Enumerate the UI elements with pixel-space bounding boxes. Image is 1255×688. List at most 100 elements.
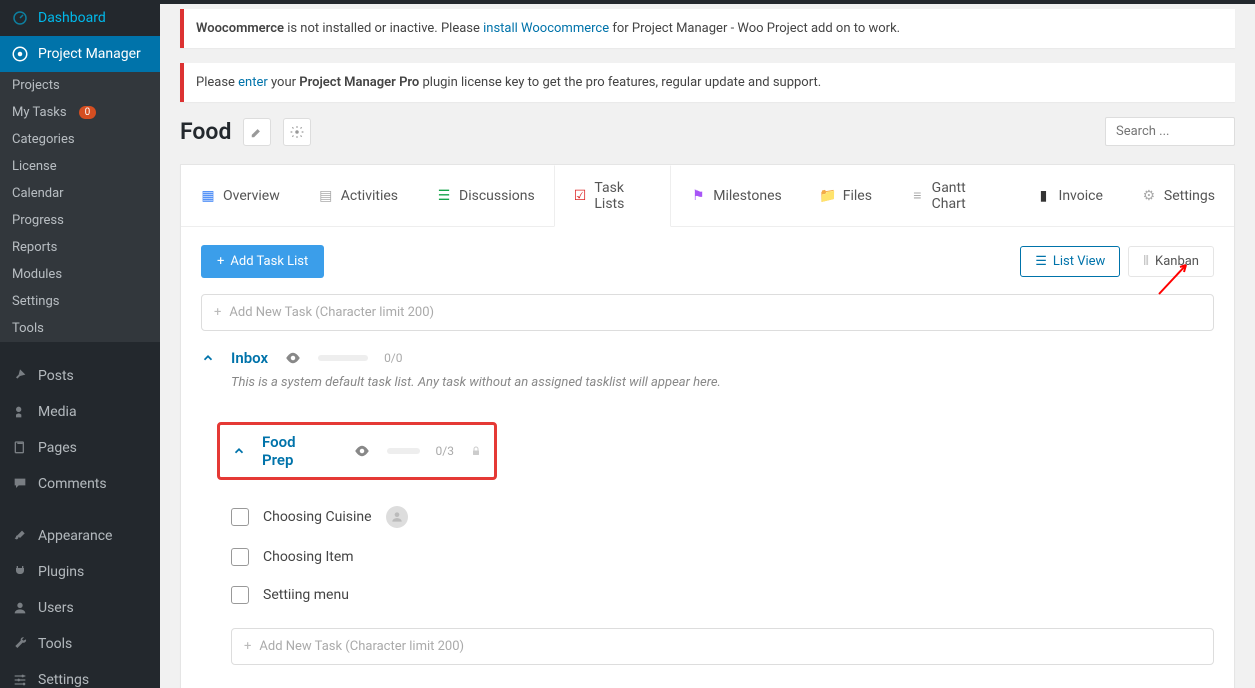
plug-icon [10,562,30,582]
sidebar-item-comments[interactable]: Comments [0,466,160,502]
task-checkbox[interactable] [231,586,249,604]
sidebar-item-projects[interactable]: Projects [0,72,160,99]
plus-icon: + [217,254,224,269]
sidebar-item-modules[interactable]: Modules [0,261,160,288]
badge: 0 [79,106,97,119]
task-list-inbox: Inbox 0/0 This is a system default task … [181,337,1234,402]
wrench-icon [10,634,30,654]
sidebar-item-appearance[interactable]: Appearance [0,518,160,554]
sidebar-item-tools[interactable]: Tools [0,626,160,662]
edit-project-button[interactable] [243,118,271,146]
overview-icon: ▦ [200,188,216,204]
milestones-icon: ⚑ [690,188,706,204]
search-box [1105,117,1235,146]
page-header: Food [180,117,1235,146]
plus-icon: + [214,305,221,320]
view-toggle: ☰ List View ⦀ Kanban [1020,246,1214,277]
sidebar-item-pages[interactable]: Pages [0,430,160,466]
sidebar-item-users[interactable]: Users [0,590,160,626]
sidebar-item-reports[interactable]: Reports [0,234,160,261]
gantt-icon: ≡ [910,188,925,204]
sidebar-item-media[interactable]: Media [0,394,160,430]
list-title[interactable]: Inbox [231,349,268,367]
add-task-input[interactable]: + Add New Task (Character limit 200) [231,628,1214,665]
sidebar-item-plugins[interactable]: Plugins [0,554,160,590]
notice-woocommerce: Woocommerce is not installed or inactive… [180,9,1235,48]
sidebar-submenu: Projects My Tasks0 Categories License Ca… [0,72,160,342]
link-enter-license[interactable]: enter [238,75,268,90]
add-task-input[interactable]: + Add New Task (Character limit 200) [201,294,1214,331]
dashboard-icon [10,8,30,28]
project-manager-icon [10,44,30,64]
kanban-icon: ⦀ [1143,254,1149,269]
sidebar-item-progress[interactable]: Progress [0,207,160,234]
task-row[interactable]: Choosing Cuisine [201,496,1214,538]
invoice-icon: ▮ [1036,188,1052,204]
search-input[interactable] [1105,117,1235,146]
task-count: 0/0 [384,351,402,365]
tab-activities[interactable]: ▤Activities [299,165,417,226]
sidebar-item-posts[interactable]: Posts [0,358,160,394]
list-title[interactable]: Food Prep [262,433,307,469]
notice-license: Please enter your Project Manager Pro pl… [180,63,1235,102]
tab-milestones[interactable]: ⚑Milestones [671,165,801,226]
task-title: Choosing Item [263,549,354,565]
sidebar-item-project-manager[interactable]: Project Manager [0,36,160,72]
chevron-up-icon[interactable] [201,351,215,365]
task-list-food-prep: Food Prep 0/3 [232,433,482,469]
project-panel: ▦Overview ▤Activities ☰Discussions ☑Task… [180,164,1235,688]
sidebar-item-pm-tools[interactable]: Tools [0,315,160,342]
project-tabs: ▦Overview ▤Activities ☰Discussions ☑Task… [181,165,1234,227]
activities-icon: ▤ [318,188,334,204]
files-icon: 📁 [820,188,836,204]
tab-task-lists[interactable]: ☑Task Lists [554,165,672,227]
eye-icon [353,442,371,460]
sidebar-label: Project Manager [38,46,141,62]
tab-discussions[interactable]: ☰Discussions [417,165,554,226]
sidebar-item-pm-settings[interactable]: Settings [0,288,160,315]
page-icon [10,438,30,458]
media-icon [10,402,30,422]
avatar [386,506,408,528]
tab-settings[interactable]: ⚙Settings [1122,165,1234,226]
task-checkbox[interactable] [231,508,249,526]
list-icon: ☰ [1035,254,1047,269]
task-title: Settiing menu [263,587,349,603]
sidebar-item-settings[interactable]: Settings [0,662,160,688]
project-settings-button[interactable] [283,118,311,146]
tab-gantt[interactable]: ≡Gantt Chart [891,165,1017,226]
link-install-woocommerce[interactable]: install Woocommerce [483,21,609,36]
add-task-list-button[interactable]: + Add Task List [201,245,324,278]
main-content: Woocommerce is not installed or inactive… [160,0,1255,688]
discussions-icon: ☰ [436,188,452,204]
sidebar-item-my-tasks[interactable]: My Tasks0 [0,99,160,126]
page-title: Food [180,118,231,145]
tab-invoice[interactable]: ▮Invoice [1017,165,1122,226]
plus-icon: + [244,639,251,654]
admin-sidebar: Dashboard Project Manager Projects My Ta… [0,0,160,688]
chevron-up-icon[interactable] [232,444,246,458]
sidebar-item-calendar[interactable]: Calendar [0,180,160,207]
kanban-button[interactable]: ⦀ Kanban [1128,246,1214,277]
sidebar-item-dashboard[interactable]: Dashboard [0,0,160,36]
sidebar-label: Dashboard [38,10,106,26]
tab-files[interactable]: 📁Files [801,165,891,226]
list-view-button[interactable]: ☰ List View [1020,246,1120,277]
list-toolbar: + Add Task List ☰ List View ⦀ Kanban [181,227,1234,288]
list-description: This is a system default task list. Any … [231,375,1214,390]
task-row[interactable]: Choosing Item [201,538,1214,576]
sidebar-item-categories[interactable]: Categories [0,126,160,153]
tasklists-icon: ☑ [573,188,588,204]
tab-overview[interactable]: ▦Overview [181,165,299,226]
brush-icon [10,526,30,546]
pin-icon [10,366,30,386]
user-icon [10,598,30,618]
task-row[interactable]: Settiing menu [201,576,1214,614]
sliders-icon [10,670,30,688]
highlight-annotation: Food Prep 0/3 [217,422,497,480]
comment-icon [10,474,30,494]
lock-icon [470,445,482,457]
sidebar-item-license[interactable]: License [0,153,160,180]
task-checkbox[interactable] [231,548,249,566]
progress-bar [318,355,368,361]
